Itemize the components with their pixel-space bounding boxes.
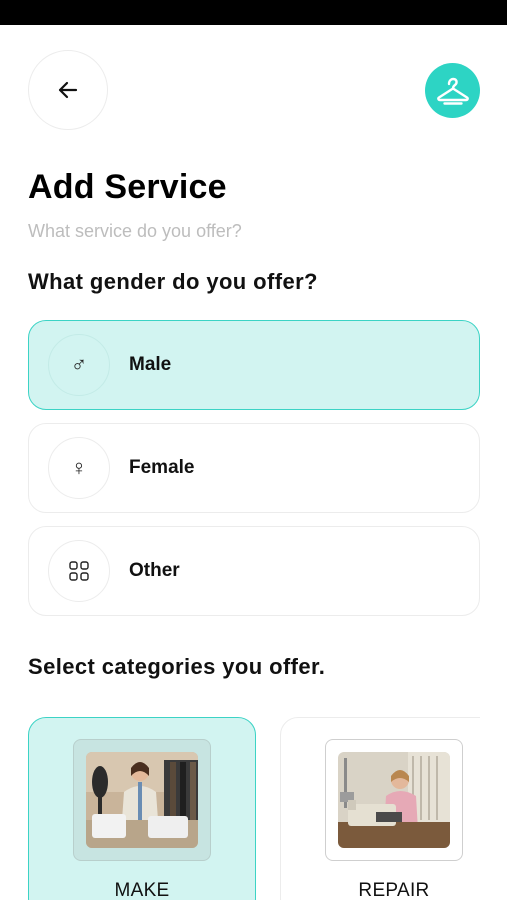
categories-section-title: Select categories you offer. — [28, 654, 326, 679]
gender-section-title: What gender do you offer? — [28, 269, 318, 294]
tailor-making-clothes-photo — [86, 752, 198, 848]
back-button[interactable] — [28, 50, 108, 130]
page-subtitle: What service do you offer? — [28, 221, 242, 241]
female-symbol-icon: ♀ — [48, 437, 110, 499]
gender-option-male[interactable]: ♂ Male — [28, 320, 480, 410]
category-label: MAKE — [114, 880, 170, 900]
category-card-repair[interactable]: REPAIR — [280, 717, 507, 900]
scroll-edge — [480, 700, 507, 900]
gender-option-label: Male — [129, 354, 172, 375]
category-image-frame — [325, 739, 463, 861]
status-bar — [0, 0, 507, 25]
woman-sewing-machine-photo — [338, 752, 450, 848]
gender-option-label: Other — [129, 560, 180, 581]
gender-option-other[interactable]: Other — [28, 526, 480, 616]
arrow-left-icon — [58, 81, 78, 99]
grid-icon — [69, 561, 89, 581]
category-image-frame — [73, 739, 211, 861]
gender-option-label: Female — [129, 457, 195, 478]
app-logo — [425, 63, 480, 118]
gender-option-female[interactable]: ♀ Female — [28, 423, 480, 513]
category-card-make[interactable]: MAKE — [28, 717, 256, 900]
grid-icon-wrap — [48, 540, 110, 602]
category-label: REPAIR — [358, 880, 430, 900]
hanger-icon — [436, 77, 469, 105]
male-symbol-icon: ♂ — [48, 334, 110, 396]
page-title: Add Service — [28, 168, 227, 206]
